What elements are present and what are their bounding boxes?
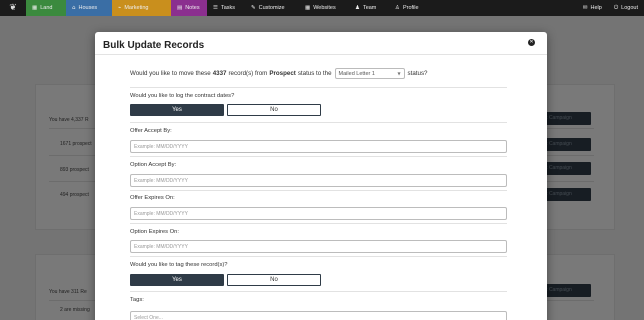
- move-prefix: Would you like to move these: [130, 70, 211, 77]
- log-dates-toggle: Yes No: [130, 104, 321, 116]
- offer-accept-by-label: Offer Accept By:: [130, 128, 172, 134]
- divider: [130, 291, 507, 292]
- tag-yes-button[interactable]: Yes: [130, 274, 224, 286]
- modal-header-divider: [95, 54, 547, 55]
- team-icon: ♟: [355, 5, 360, 11]
- divider: [130, 256, 507, 257]
- option-expires-on-label: Option Expires On:: [130, 229, 179, 235]
- status-select-value: Mailed Letter 1: [338, 70, 375, 77]
- move-status-question: Would you like to move these 4337 record…: [130, 68, 428, 79]
- tag-question: Would you like to tag these record(s)?: [130, 262, 228, 268]
- land-icon: ▦: [32, 5, 38, 11]
- help-icon: ✉: [582, 5, 588, 11]
- nav-label: Logout: [621, 5, 638, 11]
- option-accept-by-label: Option Accept By:: [130, 162, 177, 168]
- nav-item-tasks[interactable]: ☰ Tasks: [207, 0, 245, 16]
- nav-item-help[interactable]: ✉ Help: [577, 0, 608, 16]
- nav-label: Tasks: [220, 5, 235, 11]
- divider: [130, 223, 507, 224]
- log-dates-no-button[interactable]: No: [227, 104, 321, 116]
- from-status: Prospect: [269, 70, 296, 77]
- nav-item-websites[interactable]: ▦ Websites: [299, 0, 349, 16]
- app-logo[interactable]: ❦: [0, 0, 26, 16]
- notes-icon: ▤: [177, 5, 183, 11]
- nav-label: Team: [362, 5, 377, 11]
- tag-no-button[interactable]: No: [227, 274, 321, 286]
- logout-icon: ⏻: [613, 4, 619, 11]
- log-dates-question: Would you like to log the contract dates…: [130, 93, 235, 99]
- nav-label: Notes: [185, 5, 200, 11]
- top-navbar: ❦ ▦ Land ⌂ Houses ⌁ Marketing ▤ Notes ☰ …: [0, 0, 644, 16]
- tags-select[interactable]: [130, 311, 507, 320]
- nav-item-logout[interactable]: ⏻ Logout: [608, 0, 644, 16]
- move-suffix: status?: [407, 70, 428, 77]
- nav-item-marketing[interactable]: ⌁ Marketing: [112, 0, 171, 16]
- nav-label: Land: [40, 5, 53, 11]
- nav-item-land[interactable]: ▦ Land: [26, 0, 66, 16]
- tasks-icon: ☰: [213, 5, 218, 11]
- nav-item-customize[interactable]: ✎ Customize: [245, 0, 299, 16]
- tags-label: Tags:: [130, 297, 144, 303]
- status-select[interactable]: Mailed Letter 1 ▼: [334, 68, 405, 79]
- divider: [130, 190, 507, 191]
- nav-item-houses[interactable]: ⌂ Houses: [66, 0, 112, 16]
- offer-expires-on-input[interactable]: [130, 207, 507, 220]
- tag-toggle: Yes No: [130, 274, 321, 286]
- chevron-down-icon: ▼: [397, 71, 401, 76]
- leaf-icon: ❦: [9, 3, 17, 13]
- marketing-icon: ⌁: [118, 5, 122, 11]
- nav-label: Help: [590, 5, 602, 11]
- move-after: status to the: [297, 70, 332, 77]
- websites-icon: ▦: [305, 5, 311, 11]
- offer-expires-on-label: Offer Expires On:: [130, 195, 175, 201]
- option-expires-on-input[interactable]: [130, 240, 507, 253]
- pencil-icon: ✎: [251, 5, 256, 11]
- nav-right: ✉ Help ⏻ Logout: [577, 0, 644, 16]
- log-dates-yes-button[interactable]: Yes: [130, 104, 224, 116]
- nav-item-profile[interactable]: ♙ Profile: [389, 0, 433, 16]
- divider: [130, 122, 507, 123]
- profile-icon: ♙: [395, 5, 400, 11]
- nav-label: Profile: [402, 5, 419, 11]
- close-icon[interactable]: ✕: [528, 39, 535, 46]
- nav-label: Houses: [78, 5, 98, 11]
- nav-label: Marketing: [124, 5, 149, 11]
- option-accept-by-input[interactable]: [130, 174, 507, 187]
- nav-label: Customize: [258, 5, 285, 11]
- divider: [130, 156, 507, 157]
- nav-item-team[interactable]: ♟ Team: [349, 0, 389, 16]
- divider: [130, 87, 507, 88]
- offer-accept-by-input[interactable]: [130, 140, 507, 153]
- nav-label: Websites: [313, 5, 336, 11]
- modal-title: Bulk Update Records: [103, 40, 205, 51]
- record-count: 4337: [212, 70, 227, 77]
- move-middle: record(s) from: [228, 70, 268, 77]
- bulk-update-modal: Bulk Update Records ✕ Would you like to …: [95, 32, 547, 320]
- house-icon: ⌂: [72, 5, 76, 11]
- nav-item-notes[interactable]: ▤ Notes: [171, 0, 207, 16]
